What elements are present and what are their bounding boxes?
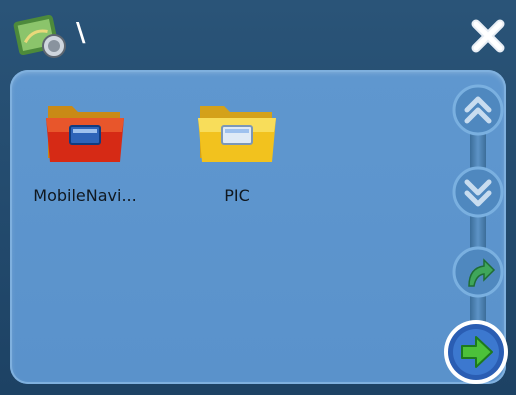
curved-arrow-icon [452,246,504,298]
arrow-right-icon [444,320,508,384]
double-chevron-up-icon [452,84,504,136]
map-globe-icon [12,10,72,62]
folder-item-pic[interactable]: PIC [172,92,302,222]
current-path: \ [76,18,86,48]
file-browser-panel: MobileNavi... PIC [10,70,506,384]
confirm-button[interactable] [442,318,510,386]
close-icon [471,19,505,53]
double-chevron-down-icon [452,166,504,218]
folder-yellow-icon [198,106,276,162]
page-down-button[interactable] [452,166,504,218]
back-button[interactable] [452,246,504,298]
folder-red-icon [46,106,124,162]
folder-item-mobilenavi[interactable]: MobileNavi... [20,92,150,222]
folder-name: MobileNavi... [33,186,137,205]
folder-name: PIC [224,186,250,205]
close-button[interactable] [470,18,506,54]
page-up-button[interactable] [452,84,504,136]
title-bar: \ [0,0,516,68]
